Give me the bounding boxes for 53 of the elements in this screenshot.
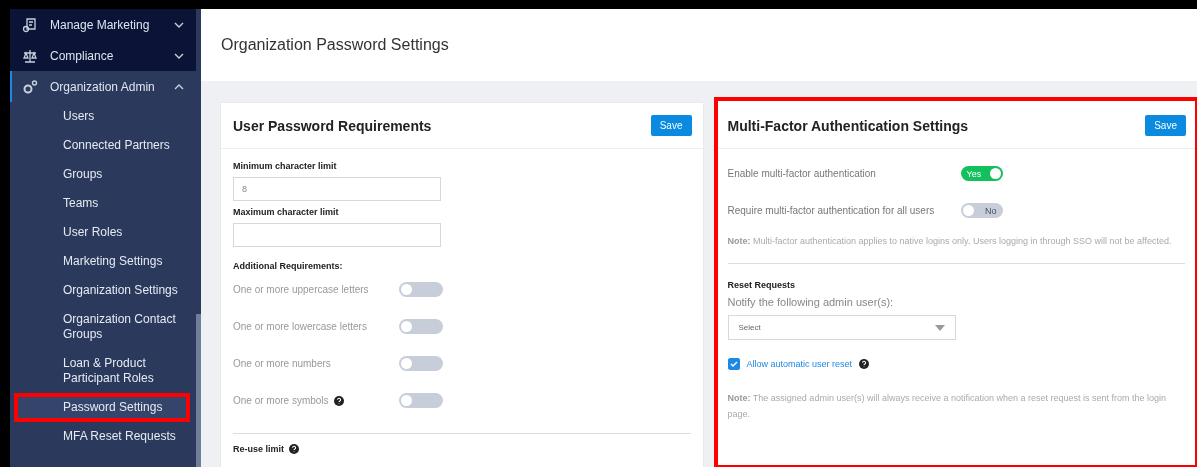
chevron-down-icon (174, 52, 184, 59)
document-icon (22, 16, 38, 33)
toggle-switch[interactable] (399, 356, 443, 371)
sidebar-item[interactable]: Marketing Settings (10, 247, 196, 276)
sidebar-item[interactable]: Password Settings (14, 393, 190, 422)
help-icon[interactable] (859, 359, 870, 369)
input-field[interactable]: 8 (233, 177, 441, 201)
panel-title: User Password Requirements (233, 117, 432, 134)
section-label: Additional Requirements: (233, 261, 343, 271)
select-field[interactable]: Select (727, 315, 956, 340)
sidebar-item[interactable]: Loan & Product Participant Roles (10, 349, 196, 393)
toggle-label: One or more lowercase letters (233, 321, 367, 332)
gears-icon (22, 78, 38, 95)
sidebar-item[interactable]: Manage Marketing (10, 9, 196, 40)
toggle-label: Enable multi-factor authentication (727, 168, 876, 179)
toggle-label: One or more numbers (233, 358, 331, 369)
toggle-label: Require multi-factor authentication for all users (727, 205, 935, 216)
panel-title: Multi-Factor Authentication Settings (727, 117, 969, 134)
save-button[interactable]: Save (650, 115, 692, 136)
field-label: Minimum character limit (233, 161, 337, 171)
toggle-switch[interactable] (399, 282, 443, 297)
checkbox[interactable] (727, 358, 740, 370)
save-button[interactable]: Save (1145, 115, 1186, 136)
sidebar-item[interactable]: User Roles (10, 218, 196, 247)
toggle-switch[interactable] (399, 319, 443, 334)
help-icon[interactable] (289, 444, 299, 454)
help-icon[interactable] (333, 395, 344, 406)
sidebar-item[interactable]: MFA Reset Requests (10, 422, 196, 451)
chevron-up-icon (174, 83, 184, 90)
toggle-label: One or more symbols (233, 395, 344, 406)
note-text: Note: The assigned admin user(s) will always receive a notification when a reset request is sent from the login page. (727, 392, 1168, 421)
toggle-switch[interactable]: No (960, 203, 1003, 218)
toggle-switch[interactable] (399, 393, 443, 408)
sidebar-item[interactable]: Organization Settings (10, 276, 196, 305)
page-title: Organization Password Settings (221, 36, 449, 54)
sidebar-item[interactable]: Groups (10, 160, 196, 189)
checkbox-label[interactable]: Allow automatic user reset (746, 359, 853, 369)
field-label: Maximum character limit (233, 207, 339, 217)
caret-icon (934, 324, 945, 331)
section-label: Reset Requests (727, 280, 796, 290)
scrollbar[interactable] (196, 314, 201, 467)
scale-icon (22, 47, 38, 64)
field-label: Notify the following admin user(s): (727, 296, 894, 308)
sidebar-item[interactable]: Compliance (10, 40, 196, 71)
sidebar-item[interactable]: Users (10, 102, 196, 131)
chevron-down-icon (174, 21, 184, 28)
field-label: Re-use limit (233, 444, 299, 454)
toggle-label: One or more uppercase letters (233, 284, 369, 295)
note-text: Note: Multi-factor authentication applies to native logins only. Users logging in through SSO will not be affected. (727, 235, 1172, 248)
input-field[interactable] (233, 223, 441, 247)
sidebar-item[interactable]: Teams (10, 189, 196, 218)
sidebar-item[interactable]: Organization Contact Groups (10, 305, 196, 349)
sidebar-item[interactable]: Connected Partners (10, 131, 196, 160)
